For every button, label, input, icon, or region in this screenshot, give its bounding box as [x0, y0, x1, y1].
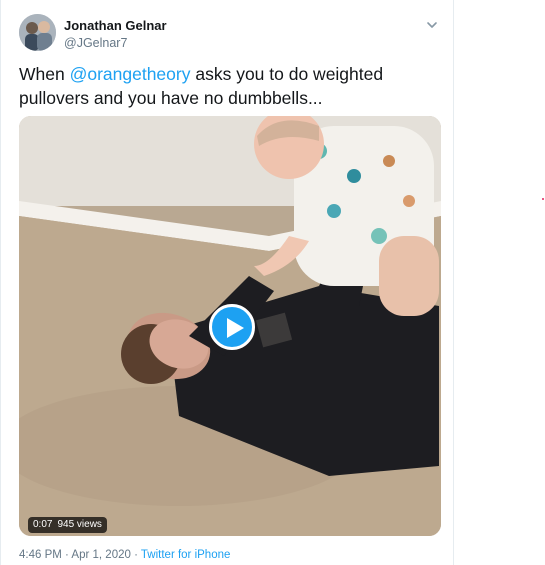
video-duration: 0:07: [33, 519, 53, 530]
author-display-name[interactable]: Jonathan Gelnar: [64, 18, 167, 34]
author-names: Jonathan Gelnar @JGelnar7: [64, 18, 167, 51]
tweet-text-start: When: [19, 64, 70, 84]
play-icon: [227, 318, 244, 338]
video-player[interactable]: 0:07 945 views: [19, 116, 441, 536]
video-stats-badge: 0:07 945 views: [28, 517, 107, 533]
tweet-date[interactable]: Apr 1, 2020: [71, 549, 130, 561]
author-handle[interactable]: @JGelnar7: [64, 35, 167, 51]
tweet-source-link[interactable]: Twitter for iPhone: [141, 549, 230, 561]
tweet-text: When @orangetheory asks you to do weight…: [19, 62, 429, 110]
indicator-dot: [542, 198, 544, 200]
avatar[interactable]: [19, 14, 56, 51]
chevron-down-icon[interactable]: [425, 18, 439, 32]
video-view-count: 945 views: [57, 519, 102, 530]
meta-separator: ·: [130, 549, 141, 561]
tweet-header: Jonathan Gelnar @JGelnar7: [19, 14, 441, 54]
play-button[interactable]: [209, 304, 255, 350]
mention-link[interactable]: @orangetheory: [70, 64, 191, 84]
tweet-card: Jonathan Gelnar @JGelnar7 When @orangeth…: [0, 0, 454, 565]
tweet-time[interactable]: 4:46 PM: [19, 549, 62, 561]
meta-separator: ·: [61, 549, 72, 561]
tweet-metadata: 4:46 PM · Apr 1, 2020 · Twitter for iPho…: [19, 549, 230, 561]
